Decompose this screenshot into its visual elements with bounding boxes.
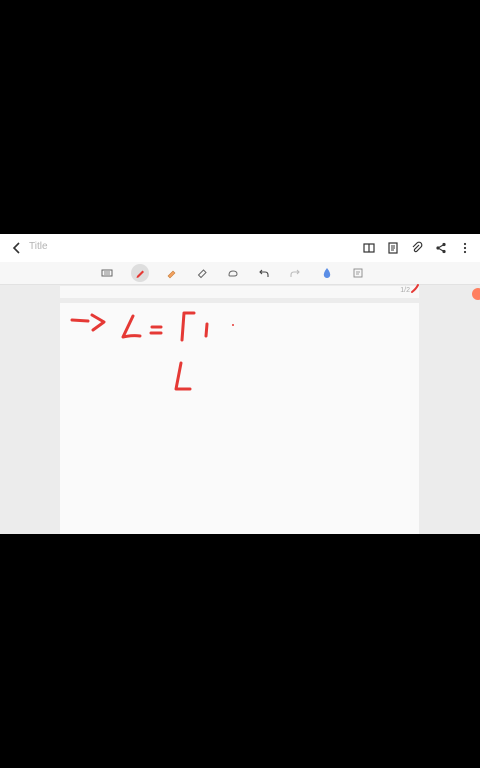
pen-tool[interactable]: [131, 264, 149, 282]
more-icon: [463, 242, 467, 254]
lasso-icon: [228, 270, 238, 277]
undo-button[interactable]: [255, 264, 273, 282]
pen-icon: [136, 270, 144, 278]
attach-icon: [412, 241, 423, 253]
eraser-icon: [197, 269, 207, 279]
text-insert-tool[interactable]: [349, 264, 367, 282]
text-insert-icon: [353, 268, 363, 278]
eraser-tool[interactable]: [193, 264, 211, 282]
arrow-shaft-stroke: [70, 318, 90, 323]
attach-button[interactable]: [408, 239, 426, 257]
page-icon: [388, 242, 398, 254]
redo-icon: [290, 269, 300, 277]
top-bar: Title: [0, 234, 480, 262]
handwriting-ink: [70, 311, 234, 391]
digit-one-stroke: [204, 322, 209, 338]
undo-icon: [259, 269, 269, 277]
share-icon: [436, 242, 446, 254]
bracket-bottom-stroke: [174, 361, 192, 391]
book-icon: [363, 243, 375, 253]
ink-color-tool[interactable]: [318, 264, 336, 282]
previous-page-bottom: 1/2: [60, 286, 419, 298]
share-button[interactable]: [432, 239, 450, 257]
top-actions: [360, 239, 474, 257]
page-settings-button[interactable]: [384, 239, 402, 257]
more-options-button[interactable]: [456, 239, 474, 257]
notes-app: Title 1/2: [0, 234, 480, 534]
title-field[interactable]: Title: [29, 241, 48, 252]
keyboard-tool[interactable]: [98, 264, 116, 282]
highlighter-icon: [167, 270, 176, 279]
ink-color-icon: [323, 268, 331, 278]
ink-dot: [232, 324, 234, 326]
bracket-top-stroke: [180, 311, 196, 342]
lasso-tool[interactable]: [224, 264, 242, 282]
note-canvas[interactable]: [60, 303, 419, 534]
back-button[interactable]: [8, 239, 26, 257]
chevron-left-icon: [12, 242, 20, 254]
arrow-head-stroke: [90, 313, 106, 332]
letter-l-stroke: [121, 314, 142, 339]
book-view-button[interactable]: [360, 239, 378, 257]
redo-button[interactable]: [286, 264, 304, 282]
scroll-handle[interactable]: [472, 288, 480, 300]
highlighter-tool[interactable]: [162, 264, 180, 282]
keyboard-icon: [101, 269, 113, 277]
ink-stroke-fragment: [411, 284, 419, 293]
